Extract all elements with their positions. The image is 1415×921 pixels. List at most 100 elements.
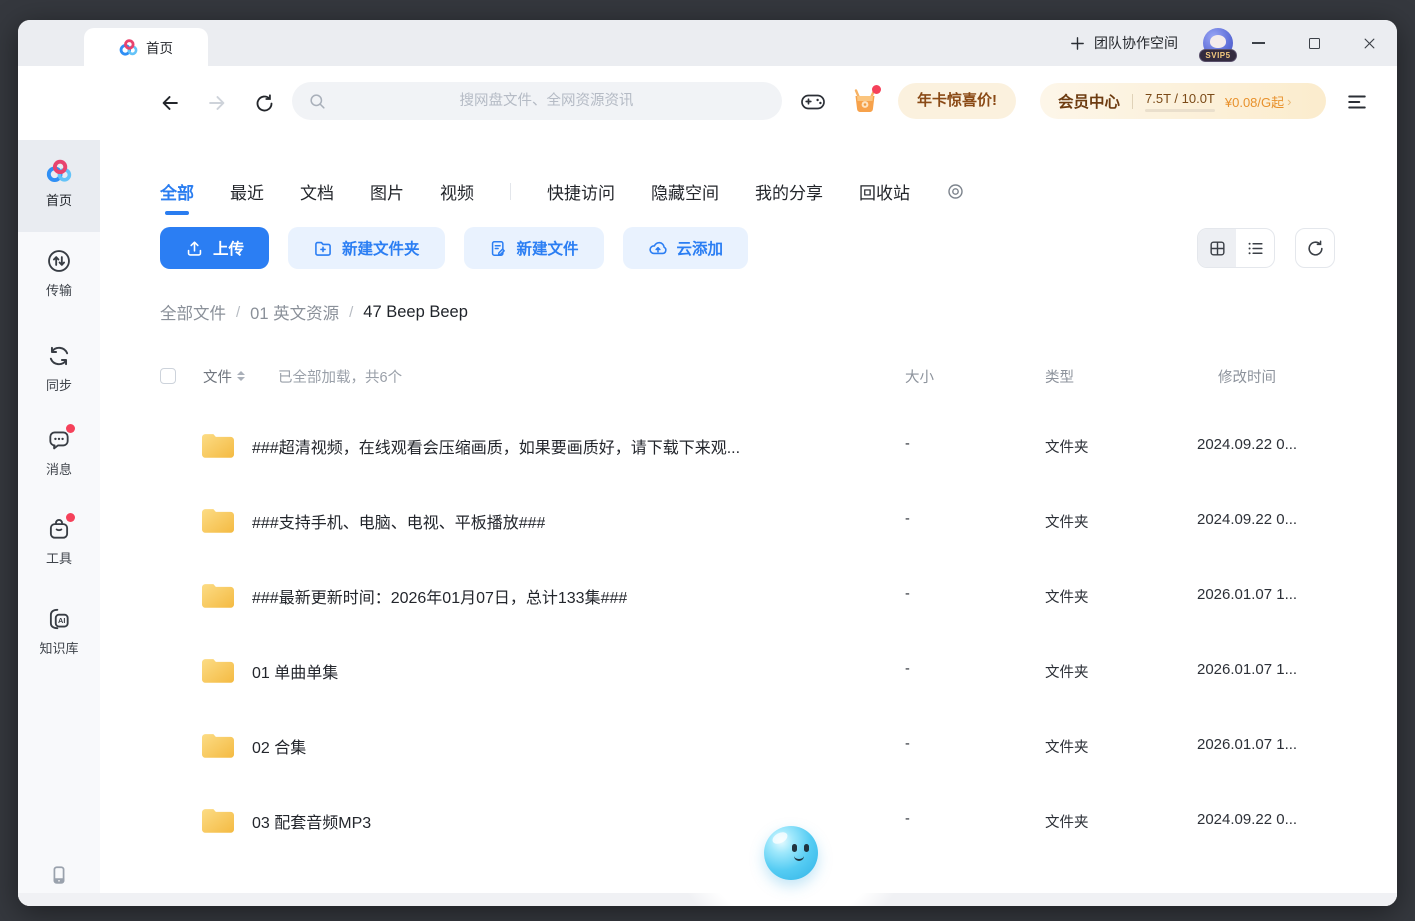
table-row[interactable]: ###支持手机、电脑、电视、平板播放### - 文件夹 2024.09.22 0…: [160, 483, 1367, 558]
window-tab-strip: 首页 团队协作空间 SVIP5: [18, 20, 1397, 66]
file-size: -: [905, 586, 910, 602]
table-row[interactable]: 01 单曲单集 - 文件夹 2026.01.07 1...: [160, 633, 1367, 708]
main-menu-icon[interactable]: [1344, 89, 1370, 115]
knowledge-base-ai-icon: AI: [46, 606, 72, 632]
file-column-header[interactable]: 文件: [203, 361, 245, 391]
file-modified: 2026.01.07 1...: [1197, 661, 1297, 678]
search-bar[interactable]: [292, 82, 782, 120]
add-team-space-icon[interactable]: [1065, 20, 1089, 66]
tools-badge: [66, 513, 75, 522]
file-pen-icon: [489, 239, 508, 258]
tabs-more-target-icon[interactable]: [946, 182, 965, 201]
annual-card-promo-button[interactable]: 年卡惊喜价!: [898, 83, 1016, 119]
home-tab[interactable]: 首页: [84, 28, 208, 66]
svg-text:AI: AI: [58, 616, 65, 625]
file-type: 文件夹: [1045, 436, 1089, 457]
tab-my-shares[interactable]: 我的分享: [755, 179, 823, 204]
table-row[interactable]: 02 合集 - 文件夹 2026.01.07 1...: [160, 708, 1367, 783]
mobile-app-icon[interactable]: [18, 864, 100, 886]
size-column-header[interactable]: 大小: [905, 361, 934, 391]
breadcrumb-folder[interactable]: 01 英文资源: [250, 300, 339, 324]
file-name[interactable]: ###超清视频，在线观看会压缩画质，如果要画质好，请下载下来观...: [252, 434, 740, 458]
file-modified: 2026.01.07 1...: [1197, 736, 1297, 753]
notification-dot: [872, 85, 881, 94]
maximize-button[interactable]: [1302, 20, 1326, 66]
file-name[interactable]: ###最新更新时间：2026年01月07日，总计133集###: [252, 584, 627, 608]
file-name[interactable]: 03 配套音频MP3: [252, 809, 371, 833]
file-type: 文件夹: [1045, 736, 1089, 757]
member-center-label: 会员中心: [1058, 90, 1120, 112]
new-folder-button[interactable]: 新建文件夹: [288, 227, 445, 269]
sidebar-label-messages: 消息: [46, 459, 72, 478]
folder-icon: [200, 430, 236, 460]
new-file-button[interactable]: 新建文件: [464, 227, 604, 269]
tab-all[interactable]: 全部: [160, 179, 194, 204]
member-center-button[interactable]: 会员中心 7.5T / 10.0T ¥0.08/G起 ›: [1040, 83, 1326, 119]
game-center-icon[interactable]: [799, 87, 827, 115]
window-bottom-bar: [18, 893, 1397, 906]
chevron-right-icon: ›: [1287, 94, 1291, 109]
table-row[interactable]: ###超清视频，在线观看会压缩画质，如果要画质好，请下载下来观... - 文件夹…: [160, 408, 1367, 483]
sort-icon[interactable]: [237, 371, 245, 381]
file-type: 文件夹: [1045, 511, 1089, 532]
file-modified: 2026.01.07 1...: [1197, 586, 1297, 603]
close-button[interactable]: [1357, 20, 1381, 66]
breadcrumb-root[interactable]: 全部文件: [160, 300, 226, 324]
upload-icon: [185, 239, 204, 258]
home-tab-label: 首页: [146, 37, 173, 57]
sidebar-label-knowledge-base: 知识库: [39, 638, 78, 657]
tab-videos[interactable]: 视频: [440, 179, 474, 204]
tab-quick-access[interactable]: 快捷访问: [547, 179, 615, 204]
folder-icon: [200, 730, 236, 760]
team-space-label[interactable]: 团队协作空间: [1094, 20, 1178, 66]
grid-view-button[interactable]: [1198, 229, 1236, 267]
list-view-button[interactable]: [1236, 229, 1274, 267]
view-mode-toggle: [1197, 228, 1275, 268]
tab-documents[interactable]: 文档: [300, 179, 334, 204]
sidebar-label-sync: 同步: [46, 375, 72, 394]
file-size: -: [905, 511, 910, 527]
cloud-add-button[interactable]: 云添加: [623, 227, 749, 269]
file-name[interactable]: 02 合集: [252, 734, 306, 758]
back-icon[interactable]: [156, 89, 184, 117]
refresh-list-button[interactable]: [1295, 228, 1335, 268]
forward-icon[interactable]: [203, 89, 231, 117]
minimize-button[interactable]: [1246, 20, 1270, 66]
file-type: 文件夹: [1045, 811, 1089, 832]
user-avatar[interactable]: SVIP5: [1203, 20, 1233, 66]
storage-meter: 7.5T / 10.0T: [1145, 91, 1215, 112]
type-column-header[interactable]: 类型: [1045, 361, 1074, 391]
modified-column-header[interactable]: 修改时间: [1218, 361, 1276, 391]
folder-plus-icon: [313, 238, 333, 258]
sidebar: 首页 传输 同步: [18, 140, 100, 906]
sidebar-item-tools[interactable]: 工具: [18, 510, 100, 572]
filter-tabs: 全部 最近 文档 图片 视频 快捷访问 隐藏空间 我的分享 回收站: [160, 168, 965, 214]
folder-icon: [200, 580, 236, 610]
gift-bag-icon[interactable]: [849, 85, 881, 117]
sidebar-item-messages[interactable]: 消息: [18, 421, 100, 483]
tab-recent[interactable]: 最近: [230, 179, 264, 204]
sidebar-item-transfer[interactable]: 传输: [18, 242, 100, 304]
table-row[interactable]: 03 配套音频MP3 - 文件夹 2024.09.22 0...: [160, 783, 1367, 858]
tab-hidden-space[interactable]: 隐藏空间: [651, 179, 719, 204]
tab-recycle-bin[interactable]: 回收站: [859, 179, 910, 204]
vip-badge: SVIP5: [1199, 49, 1237, 62]
sidebar-item-sync[interactable]: 同步: [18, 337, 100, 399]
tab-images[interactable]: 图片: [370, 179, 404, 204]
sync-icon: [46, 343, 72, 369]
sidebar-item-home[interactable]: 首页: [18, 152, 100, 214]
reload-icon[interactable]: [250, 89, 278, 117]
table-row[interactable]: ###最新更新时间：2026年01月07日，总计133集### - 文件夹 20…: [160, 558, 1367, 633]
file-name[interactable]: 01 单曲单集: [252, 659, 338, 683]
assistant-mascot[interactable]: [764, 826, 818, 880]
sidebar-item-knowledge-base[interactable]: AI 知识库: [18, 600, 100, 662]
file-name[interactable]: ###支持手机、电脑、电视、平板播放###: [252, 509, 545, 533]
folder-icon: [200, 655, 236, 685]
file-type: 文件夹: [1045, 661, 1089, 682]
transfer-icon: [46, 248, 72, 274]
upload-button[interactable]: 上传: [160, 227, 269, 269]
select-all-checkbox[interactable]: [160, 368, 176, 384]
file-table-header: 文件 已全部加载，共6个 大小 类型 修改时间: [160, 361, 1367, 391]
cloud-upload-icon: [648, 238, 668, 258]
search-input[interactable]: [327, 82, 766, 120]
